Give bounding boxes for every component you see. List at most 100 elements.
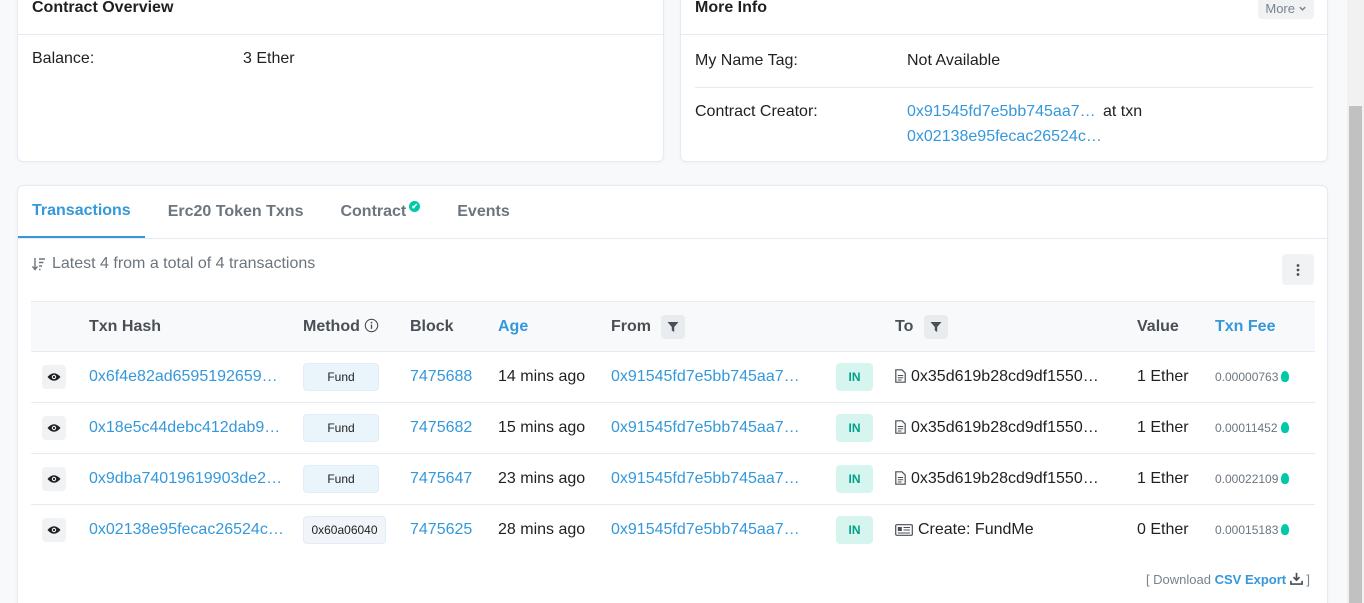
- table-row: 0x02138e95fecac26524c… 0x60a06040 7475625 2…: [31, 505, 1315, 556]
- value-text: 1 Ether: [1137, 368, 1189, 385]
- tab-erc20-token-txns[interactable]: Erc20 Token Txns: [154, 186, 318, 238]
- view-cell: [31, 352, 89, 403]
- contract-file-icon: [895, 369, 906, 383]
- eye-icon: [47, 373, 61, 381]
- txn-hash-link[interactable]: 0x02138e95fecac26524c…: [89, 521, 284, 538]
- name-tag-label: My Name Tag:: [695, 52, 798, 69]
- eye-icon: [47, 475, 61, 483]
- txn-fee-text: 0.00022109: [1215, 472, 1279, 486]
- more-info-card: More Info More My Name Tag: Not Availabl…: [680, 0, 1328, 162]
- view-details-button[interactable]: [42, 365, 66, 389]
- more-options-button[interactable]: [1282, 254, 1314, 285]
- to-address[interactable]: 0x35d619b28cd9df1550…: [911, 368, 1099, 385]
- transactions-summary: Latest 4 from a total of 4 transactions: [32, 255, 315, 273]
- method-badge: 0x60a06040: [303, 516, 386, 545]
- contract-overview-title: Contract Overview: [18, 0, 663, 35]
- table-row: 0x18e5c44debc412dab9… Fund 7475682 15 mins …: [31, 403, 1315, 454]
- verified-check-icon: ✔: [409, 200, 421, 212]
- header-age[interactable]: Age: [498, 302, 611, 352]
- contract-file-icon: [895, 471, 906, 485]
- to-address: Create: FundMe: [918, 521, 1034, 539]
- download-icon: [1289, 572, 1303, 585]
- tab-transactions[interactable]: Transactions: [18, 186, 145, 238]
- from-address-link[interactable]: 0x91545fd7e5bb745aa7…: [611, 419, 800, 436]
- txn-fee-text: 0.00015183: [1215, 523, 1279, 538]
- txn-hash-link[interactable]: 0x18e5c44debc412dab9…: [89, 419, 280, 436]
- contract-file-icon: [895, 420, 906, 434]
- to-cell: 0x35d619b28cd9df1550…: [895, 352, 1137, 403]
- creator-address-link[interactable]: 0x91545fd7e5bb745aa7…: [907, 103, 1096, 121]
- view-cell: [31, 505, 89, 556]
- block-link[interactable]: 7475625: [410, 521, 472, 538]
- balance-label: Balance:: [32, 50, 95, 67]
- to-filter-button[interactable]: [923, 314, 948, 339]
- contract-overview-card: Contract Overview Balance: 3 Ether: [17, 0, 664, 162]
- from-address-link[interactable]: 0x91545fd7e5bb745aa7…: [611, 521, 800, 538]
- gas-info-icon[interactable]: [1281, 524, 1290, 536]
- gas-info-icon[interactable]: [1280, 422, 1289, 433]
- header-to-label: To: [895, 317, 914, 335]
- method-badge: Fund: [303, 363, 379, 391]
- sort-descending-icon: [32, 258, 45, 271]
- block-link[interactable]: 7475647: [410, 470, 472, 487]
- to-address[interactable]: 0x35d619b28cd9df1550…: [911, 419, 1099, 436]
- table-row: 0x9dba74019619903de2… Fund 7475647 23 mins …: [31, 454, 1315, 505]
- eye-icon: [47, 526, 61, 534]
- age-text: 14 mins ago: [498, 368, 586, 385]
- info-icon[interactable]: [364, 318, 379, 333]
- view-details-button[interactable]: [42, 416, 66, 440]
- header-method: Method: [303, 302, 410, 352]
- creator-txn-link[interactable]: 0x02138e95fecac26524c…: [907, 128, 1102, 146]
- to-address[interactable]: 0x35d619b28cd9df1550…: [911, 470, 1099, 487]
- from-address-link[interactable]: 0x91545fd7e5bb745aa7…: [611, 368, 800, 385]
- block-link[interactable]: 7475688: [410, 368, 472, 385]
- direction-badge: IN: [836, 363, 873, 391]
- header-direction: [836, 302, 895, 352]
- direction-badge: IN: [836, 465, 873, 493]
- block-link[interactable]: 7475682: [410, 419, 472, 436]
- balance-value: 3 Ether: [243, 50, 295, 67]
- header-method-label: Method: [303, 317, 360, 335]
- tab-contract[interactable]: Contract ✔: [326, 186, 434, 238]
- more-dropdown-button[interactable]: More: [1258, 0, 1314, 19]
- txn-hash-link[interactable]: 0x6f4e82ad6595192659…: [89, 368, 278, 385]
- header-txn-fee[interactable]: Txn Fee: [1215, 302, 1315, 352]
- csv-export-link[interactable]: CSV Export: [1215, 572, 1307, 587]
- view-details-button[interactable]: [42, 518, 66, 543]
- method-badge: Fund: [303, 414, 379, 442]
- eye-icon: [47, 424, 61, 432]
- direction-badge: IN: [836, 516, 873, 545]
- to-cell: Create: FundMe: [895, 505, 1137, 556]
- txn-hash-link[interactable]: 0x9dba74019619903de2…: [89, 470, 282, 487]
- from-filter-button[interactable]: [661, 314, 686, 339]
- txn-fee-text: 0.00000763: [1215, 370, 1279, 384]
- name-tag-value: Not Available: [907, 52, 1001, 69]
- vertical-ellipsis-icon: [1296, 263, 1300, 276]
- tab-contract-label: Contract: [340, 203, 407, 220]
- header-to: To: [895, 302, 1137, 352]
- filter-icon: [930, 321, 942, 332]
- header-from: From: [611, 302, 836, 352]
- contract-create-icon: [895, 524, 913, 537]
- download-suffix: ]: [1306, 572, 1310, 587]
- at-txn-text: at txn: [1103, 103, 1143, 120]
- download-csv: [ Download CSV Export ]: [1146, 572, 1310, 587]
- gas-info-icon[interactable]: [1281, 473, 1290, 484]
- view-details-button[interactable]: [42, 467, 66, 491]
- page-scrollbar[interactable]: [1347, 0, 1364, 603]
- header-txn-hash: Txn Hash: [89, 317, 162, 335]
- table-row: 0x6f4e82ad6595192659… Fund 7475688 14 mins …: [31, 352, 1315, 403]
- gas-info-icon[interactable]: [1281, 371, 1290, 382]
- view-cell: [31, 454, 89, 505]
- summary-text: Latest 4 from a total of 4 transactions: [52, 255, 316, 272]
- value-text: 1 Ether: [1137, 470, 1189, 487]
- filter-icon: [667, 321, 679, 332]
- age-text: 23 mins ago: [498, 470, 586, 487]
- transactions-table: Txn Hash Method Block Age From To Value …: [31, 301, 1315, 556]
- to-cell: 0x35d619b28cd9df1550…: [895, 403, 1137, 454]
- from-address-link[interactable]: 0x91545fd7e5bb745aa7…: [611, 470, 800, 487]
- tab-events[interactable]: Events: [443, 186, 523, 238]
- scrollbar-thumb[interactable]: [1349, 106, 1362, 603]
- value-text: 1 Ether: [1137, 419, 1189, 436]
- header-block: Block: [410, 317, 454, 335]
